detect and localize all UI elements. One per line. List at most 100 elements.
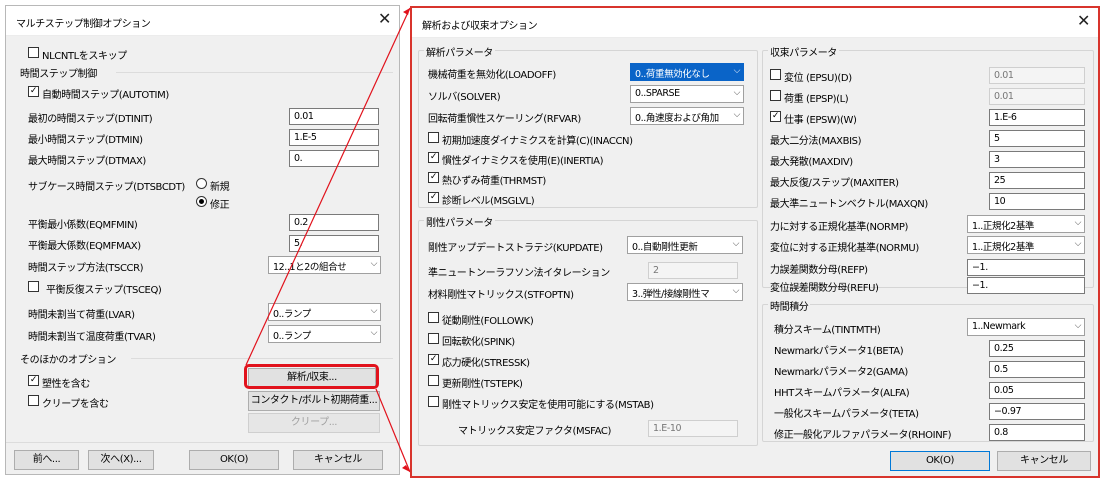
inertia-checkbox[interactable]: ✓ bbox=[428, 152, 439, 163]
tsceq-checkbox[interactable] bbox=[28, 281, 39, 292]
autotim-checkbox[interactable]: ✓ bbox=[28, 86, 39, 97]
stressk-checkbox[interactable]: ✓ bbox=[428, 354, 439, 365]
epsp-field[interactable]: 0.01 bbox=[989, 88, 1085, 105]
creep-button[interactable]: クリープ... bbox=[248, 413, 380, 433]
refu-label: 変位誤差関数分母(REFU) bbox=[770, 283, 879, 294]
mstab-checkbox[interactable] bbox=[428, 396, 439, 407]
kupdate-value: 0..自動剛性更新 bbox=[632, 242, 698, 253]
quasi-newton-label: 準ニュートンーラフソン法イタレーション bbox=[428, 268, 610, 279]
dialog-title: 解析および収束オプション bbox=[422, 21, 538, 32]
stressk-label: 応力硬化(STRESSK) bbox=[442, 358, 530, 369]
solver-dropdown[interactable]: 0..SPARSE ⌵ bbox=[630, 85, 744, 103]
other-options-group-label: そのほかのオプション bbox=[20, 355, 116, 366]
stfoptn-dropdown[interactable]: 3..弾性/接線剛性マ ⌵ bbox=[627, 283, 743, 301]
title-bar: マルチステップ制御オプション ✕ bbox=[6, 6, 399, 36]
epsw-field[interactable]: 1.E-6 bbox=[989, 109, 1085, 126]
eqmfmin-field[interactable]: 0.2 bbox=[289, 214, 379, 231]
next-button[interactable]: 次へ(X)... bbox=[88, 450, 154, 470]
stfoptn-label: 材料剛性マトリックス(STFOPTN) bbox=[428, 290, 574, 301]
tstepk-checkbox[interactable] bbox=[428, 375, 439, 386]
analysis-parameters-label: 解析パラメータ bbox=[424, 44, 495, 59]
dtsbcdt-new-label: 新規 bbox=[210, 182, 230, 193]
epsp-checkbox[interactable] bbox=[770, 90, 781, 101]
epsu-field[interactable]: 0.01 bbox=[989, 67, 1085, 84]
ok-button[interactable]: OK(O) bbox=[890, 451, 990, 471]
plastic-checkbox[interactable]: ✓ bbox=[28, 375, 39, 386]
prev-button[interactable]: 前へ... bbox=[14, 450, 79, 470]
tsccr-label: 時間ステップ方法(TSCCR) bbox=[28, 263, 144, 274]
alfa-label: HHTスキームパラメータ(ALFA) bbox=[774, 388, 910, 399]
close-icon[interactable]: ✕ bbox=[378, 9, 391, 29]
eqmfmin-label: 平衡最小係数(EQMFMIN) bbox=[28, 220, 138, 231]
alfa-field[interactable]: 0.05 bbox=[989, 382, 1085, 399]
divider bbox=[116, 72, 393, 73]
stfoptn-value: 3..弾性/接線剛性マ bbox=[632, 289, 710, 300]
rhoinf-label: 修正一般化アルファパラメータ(RHOINF) bbox=[774, 430, 952, 441]
analysis-convergence-dialog: 解析および収束オプション ✕ 解析パラメータ 機械荷重を無効化(LOADOFF)… bbox=[410, 6, 1100, 478]
lvar-dropdown[interactable]: 0..ランプ ⌵ bbox=[268, 303, 381, 321]
contact-bolt-button[interactable]: コンタクト/ボルト初期荷重... bbox=[248, 391, 380, 411]
chevron-down-icon: ⌵ bbox=[733, 66, 741, 76]
divider bbox=[6, 442, 399, 443]
refp-field[interactable]: −1. bbox=[967, 259, 1085, 276]
dtmin-field[interactable]: 1.E-5 bbox=[289, 129, 379, 146]
normp-label: 力に対する正規化基準(NORMP) bbox=[770, 222, 908, 233]
dtsbcdt-new-radio[interactable] bbox=[196, 178, 207, 189]
chevron-down-icon: ⌵ bbox=[732, 286, 740, 296]
dtinit-field[interactable]: 0.01 bbox=[289, 108, 379, 125]
maxbis-label: 最大二分法(MAXBIS) bbox=[770, 136, 862, 147]
dtsbcdt-mod-radio[interactable] bbox=[196, 196, 207, 207]
dtinit-label: 最初の時間ステップ(DTINIT) bbox=[28, 114, 153, 125]
quasi-newton-field[interactable]: 2 bbox=[648, 262, 738, 279]
thrmst-checkbox[interactable]: ✓ bbox=[428, 172, 439, 183]
rhoinf-field[interactable]: 0.8 bbox=[989, 424, 1085, 441]
maxbis-field[interactable]: 5 bbox=[989, 130, 1085, 147]
maxiter-label: 最大反復/ステップ(MAXITER) bbox=[770, 178, 899, 189]
tvar-value: 0..ランプ bbox=[273, 331, 311, 342]
tintmth-dropdown[interactable]: 1..Newmark ⌵ bbox=[967, 318, 1085, 336]
epsw-checkbox[interactable]: ✓ bbox=[770, 111, 781, 122]
refu-field[interactable]: −1. bbox=[967, 277, 1085, 294]
cancel-button[interactable]: キャンセル bbox=[293, 450, 383, 470]
rfvar-label: 回転荷重慣性スケーリング(RFVAR) bbox=[428, 114, 581, 125]
maxdiv-field[interactable]: 3 bbox=[989, 151, 1085, 168]
epsw-label: 仕事 (EPSW)(W) bbox=[784, 115, 857, 126]
plastic-label: 塑性を含む bbox=[42, 379, 90, 390]
tvar-dropdown[interactable]: 0..ランプ ⌵ bbox=[268, 325, 381, 343]
loadoff-dropdown[interactable]: 0..荷重無効化なし ⌵ bbox=[630, 63, 744, 81]
chevron-down-icon: ⌵ bbox=[370, 306, 378, 316]
refp-label: 力誤差関数分母(REFP) bbox=[770, 265, 868, 276]
tvar-label: 時間未割当て温度荷重(TVAR) bbox=[28, 332, 156, 343]
teta-label: 一般化スキームパラメータ(TETA) bbox=[774, 409, 919, 420]
skip-nlcntl-checkbox[interactable] bbox=[28, 47, 39, 58]
gama-field[interactable]: 0.5 bbox=[989, 361, 1085, 378]
mstab-label: 剛性マトリックス安定を使用可能にする(MSTAB) bbox=[442, 400, 654, 411]
normu-dropdown[interactable]: 1..正規化2基準 ⌵ bbox=[967, 236, 1085, 254]
eqmfmax-field[interactable]: 5. bbox=[289, 235, 379, 252]
title-bar: 解析および収束オプション ✕ bbox=[412, 8, 1098, 38]
maxiter-field[interactable]: 25 bbox=[989, 172, 1085, 189]
tsccr-dropdown[interactable]: 12..1と2の組合せ ⌵ bbox=[268, 256, 381, 274]
rfvar-value: 0..角速度および角加 bbox=[635, 113, 719, 124]
inaccn-checkbox[interactable] bbox=[428, 132, 439, 143]
spink-checkbox[interactable] bbox=[428, 333, 439, 344]
tstepk-label: 更新剛性(TSTEPK) bbox=[442, 379, 523, 390]
creep-checkbox[interactable] bbox=[28, 395, 39, 406]
close-icon[interactable]: ✕ bbox=[1077, 11, 1090, 31]
cancel-button[interactable]: キャンセル bbox=[997, 451, 1091, 471]
ok-button[interactable]: OK(O) bbox=[189, 450, 279, 470]
kupdate-label: 剛性アップデートストラテジ(KUPDATE) bbox=[428, 243, 603, 254]
dtmax-field[interactable]: 0. bbox=[289, 150, 379, 167]
normu-value: 1..正規化2基準 bbox=[972, 242, 1035, 253]
epsu-checkbox[interactable] bbox=[770, 69, 781, 80]
teta-field[interactable]: −0.97 bbox=[989, 403, 1085, 420]
rfvar-dropdown[interactable]: 0..角速度および角加 ⌵ bbox=[630, 107, 744, 125]
maxqn-field[interactable]: 10 bbox=[989, 193, 1085, 210]
followk-checkbox[interactable] bbox=[428, 312, 439, 323]
msglvl-checkbox[interactable]: ✓ bbox=[428, 192, 439, 203]
normp-dropdown[interactable]: 1..正規化2基準 ⌵ bbox=[967, 215, 1085, 233]
beta-field[interactable]: 0.25 bbox=[989, 340, 1085, 357]
solver-label: ソルバ(SOLVER) bbox=[428, 92, 501, 103]
kupdate-dropdown[interactable]: 0..自動剛性更新 ⌵ bbox=[627, 236, 743, 254]
msfac-field[interactable]: 1.E-10 bbox=[648, 420, 738, 437]
